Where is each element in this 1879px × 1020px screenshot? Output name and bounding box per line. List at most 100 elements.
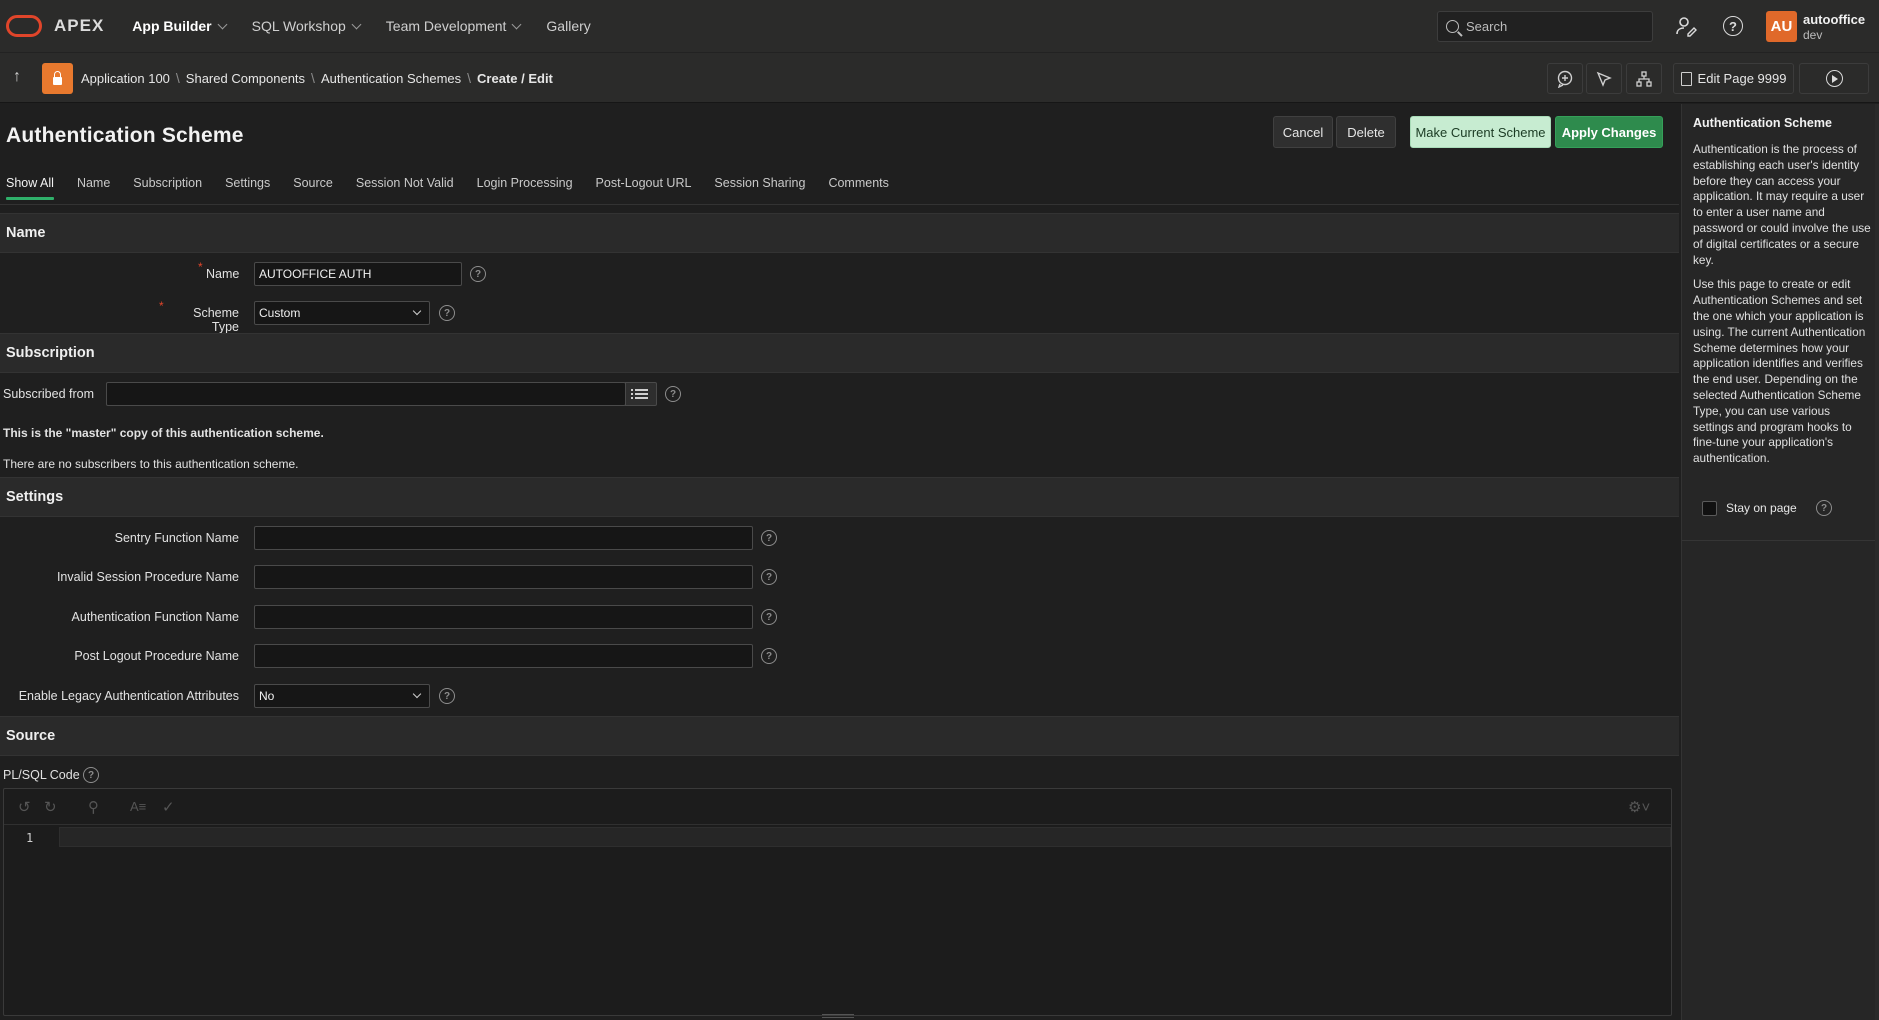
- help-icon[interactable]: ?: [1720, 13, 1746, 39]
- list-picker-button[interactable]: [625, 382, 657, 406]
- cancel-button[interactable]: Cancel: [1273, 116, 1333, 148]
- help-panel: Authentication Scheme Authentication is …: [1681, 104, 1879, 1020]
- help-icon[interactable]: ?: [439, 688, 455, 704]
- nav-app-builder[interactable]: App Builder: [132, 18, 228, 34]
- tab-name[interactable]: Name: [77, 176, 110, 200]
- help-icon[interactable]: ?: [470, 266, 486, 282]
- no-subscribers-note: There are no subscribers to this authent…: [3, 457, 299, 471]
- developer-toolbar-button[interactable]: [1626, 63, 1662, 94]
- user-admin-svg: [1676, 17, 1697, 37]
- help-icon[interactable]: ?: [761, 569, 777, 585]
- authentication-function-field[interactable]: [254, 605, 753, 629]
- find-icon[interactable]: ⚲: [88, 798, 99, 816]
- tab-login-processing[interactable]: Login Processing: [477, 176, 573, 200]
- breadcrumb-shared-components[interactable]: Shared Components: [186, 71, 305, 86]
- invalid-session-field[interactable]: [254, 565, 753, 589]
- tab-subscription[interactable]: Subscription: [133, 176, 202, 200]
- help-paragraph: Use this page to create or edit Authenti…: [1693, 277, 1866, 466]
- user-workspace: dev: [1803, 28, 1823, 42]
- top-navigation-bar: APEX App Builder SQL Workshop Team Devel…: [0, 0, 1879, 53]
- nav-team-development[interactable]: Team Development: [386, 18, 522, 34]
- help-icon[interactable]: ?: [761, 609, 777, 625]
- subscribed-from-label: Subscribed from: [3, 387, 95, 401]
- scheme-type-select[interactable]: Custom: [254, 301, 430, 325]
- editor-toolbar: ↺ ↻ ⚲ A≡ ✓ ⚙˅: [4, 789, 1671, 825]
- legacy-attributes-value: No: [259, 689, 275, 703]
- help-icon[interactable]: ?: [761, 648, 777, 664]
- name-field[interactable]: AUTOOFFICE AUTH: [254, 262, 462, 286]
- user-name[interactable]: autooffice: [1803, 12, 1865, 27]
- editor-resize-handle[interactable]: [822, 1014, 854, 1018]
- help-body: Authentication is the process of establi…: [1693, 142, 1873, 476]
- tab-post-logout-url[interactable]: Post-Logout URL: [596, 176, 692, 200]
- tab-show-all[interactable]: Show All: [6, 176, 54, 200]
- format-icon[interactable]: A≡: [130, 799, 146, 814]
- active-line[interactable]: [59, 827, 1671, 847]
- page-title: Authentication Scheme: [6, 124, 244, 147]
- apex-brand[interactable]: APEX: [54, 16, 104, 36]
- breadcrumb-separator: \: [467, 70, 472, 86]
- section-tabs: Show All Name Subscription Settings Sour…: [6, 176, 912, 200]
- sentry-function-field[interactable]: [254, 526, 753, 550]
- apply-changes-button[interactable]: Apply Changes: [1555, 116, 1663, 148]
- tab-comments[interactable]: Comments: [828, 176, 888, 200]
- section-heading-subscription: Subscription: [0, 333, 1679, 373]
- developer-toolbar-icon: [1636, 70, 1652, 87]
- search-input[interactable]: Search: [1437, 11, 1653, 42]
- comment-add-icon: [1557, 70, 1573, 88]
- help-icon[interactable]: ?: [439, 305, 455, 321]
- make-current-scheme-button[interactable]: Make Current Scheme: [1410, 116, 1551, 148]
- help-icon-glyph: ?: [1723, 16, 1743, 36]
- scheme-type-label: Scheme Type: [159, 299, 239, 334]
- help-icon[interactable]: ?: [761, 530, 777, 546]
- undo-icon[interactable]: ↺: [18, 798, 31, 816]
- run-page-button[interactable]: [1799, 63, 1869, 94]
- section-heading-source: Source: [0, 716, 1679, 756]
- play-glyph: [1832, 74, 1838, 83]
- list-icon: [630, 389, 648, 391]
- shared-components-icon: [1596, 71, 1612, 87]
- user-admin-icon[interactable]: [1673, 13, 1699, 39]
- legacy-attributes-select[interactable]: No: [254, 684, 430, 708]
- help-icon[interactable]: ?: [665, 386, 681, 402]
- help-title: Authentication Scheme: [1693, 116, 1832, 130]
- post-logout-procedure-field[interactable]: [254, 644, 753, 668]
- breadcrumb-current: Create / Edit: [477, 70, 553, 86]
- chevron-down-icon: [217, 19, 228, 29]
- apex-logo-icon[interactable]: [6, 15, 42, 37]
- nav-app-builder-label: App Builder: [132, 18, 212, 34]
- breadcrumb-application[interactable]: Application 100: [81, 71, 170, 86]
- code-editor[interactable]: ↺ ↻ ⚲ A≡ ✓ ⚙˅ 1: [3, 788, 1672, 1016]
- validate-icon[interactable]: ✓: [162, 798, 175, 816]
- scheme-type-value: Custom: [259, 306, 301, 320]
- tab-session-not-valid[interactable]: Session Not Valid: [356, 176, 454, 200]
- nav-sql-workshop[interactable]: SQL Workshop: [252, 18, 362, 34]
- breadcrumb-authentication-schemes[interactable]: Authentication Schemes: [321, 71, 461, 86]
- page-icon: [1680, 71, 1692, 86]
- redo-icon[interactable]: ↻: [44, 798, 57, 816]
- tab-settings[interactable]: Settings: [225, 176, 270, 200]
- help-icon[interactable]: ?: [1816, 500, 1832, 516]
- post-logout-procedure-label: Post Logout Procedure Name: [74, 649, 239, 663]
- list-icon: [630, 393, 648, 395]
- tab-source[interactable]: Source: [293, 176, 333, 200]
- chevron-down-icon: [511, 19, 522, 29]
- edit-page-button[interactable]: Edit Page 9999: [1673, 63, 1794, 94]
- scrollbar[interactable]: [1875, 104, 1879, 1020]
- avatar[interactable]: AU: [1766, 11, 1797, 42]
- main-content: Authentication Scheme Cancel Delete Make…: [0, 104, 1679, 1020]
- plsql-code-label: PL/SQL Code: [3, 768, 80, 782]
- help-icon[interactable]: ?: [83, 767, 99, 783]
- subscribed-from-field[interactable]: [106, 382, 626, 406]
- stay-on-page-checkbox[interactable]: [1702, 501, 1717, 516]
- nav-gallery[interactable]: Gallery: [546, 18, 590, 34]
- tab-session-sharing[interactable]: Session Sharing: [714, 176, 805, 200]
- comment-add-button[interactable]: [1547, 63, 1583, 94]
- nav-gallery-label: Gallery: [546, 18, 591, 34]
- arrow-up-icon[interactable]: ↑: [13, 68, 21, 86]
- delete-button[interactable]: Delete: [1336, 116, 1396, 148]
- settings-icon[interactable]: ⚙˅: [1628, 798, 1650, 816]
- shared-components-button[interactable]: [1586, 63, 1622, 94]
- sentry-function-label: Sentry Function Name: [114, 531, 239, 545]
- master-copy-note: This is the "master" copy of this authen…: [3, 426, 324, 440]
